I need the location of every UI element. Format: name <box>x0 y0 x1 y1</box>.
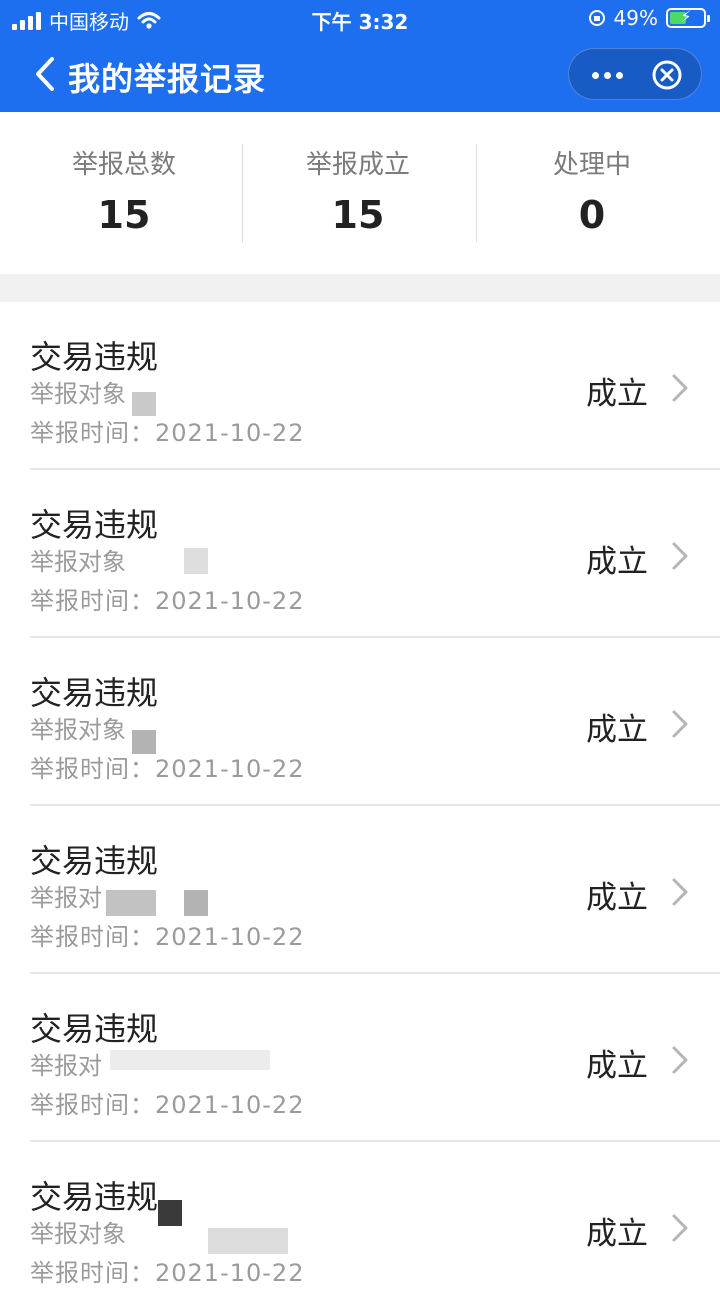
redaction-mask <box>110 1050 270 1070</box>
report-title: 交易违规 <box>30 674 159 712</box>
rotation-lock-icon <box>588 10 605 26</box>
stat-value: 15 <box>331 193 385 237</box>
redaction-mask <box>158 1200 182 1226</box>
report-target: 举报对 <box>30 1052 102 1080</box>
chevron-right-icon <box>672 710 688 738</box>
report-item[interactable]: 交易违规 举报对象 举报时间：2021-10-22 成立 <box>0 302 720 470</box>
page-title: 我的举报记录 <box>68 60 267 98</box>
report-status: 成立 <box>586 1048 648 1084</box>
report-status: 成立 <box>586 376 648 412</box>
report-list: 交易违规 举报对象 举报时间：2021-10-22 成立 交易违规 举报对象 举… <box>0 302 720 1310</box>
report-time: 举报时间：2021-10-22 <box>30 1091 305 1119</box>
report-item[interactable]: 交易违规 举报对象 举报时间：2021-10-22 成立 <box>0 470 720 638</box>
report-title: 交易违规 <box>30 842 159 880</box>
stat-label: 举报成立 <box>305 150 410 180</box>
report-time: 举报时间：2021-10-22 <box>30 1259 305 1287</box>
report-target: 举报对象 <box>30 548 126 576</box>
chevron-right-icon <box>672 542 688 570</box>
chevron-left-icon[interactable] <box>30 54 60 94</box>
report-item[interactable]: 交易违规 举报对象 举报时间：2021-10-22 成立 <box>0 1142 720 1310</box>
status-right: 49% ⚡ <box>588 6 710 30</box>
report-time: 举报时间：2021-10-22 <box>30 419 305 447</box>
more-dots-icon[interactable] <box>585 49 629 101</box>
stat-processing: 处理中 0 <box>472 144 712 237</box>
stats-panel: 举报总数 15 举报成立 15 处理中 0 <box>0 112 720 274</box>
report-title: 交易违规 <box>30 338 159 376</box>
report-target: 举报对象 <box>30 380 126 408</box>
report-target: 举报对 <box>30 884 102 912</box>
chevron-right-icon <box>672 374 688 402</box>
chevron-right-icon <box>672 1046 688 1074</box>
report-target: 举报对象 <box>30 716 126 744</box>
battery-percent: 49% <box>613 6 658 30</box>
redaction-mask <box>184 548 208 574</box>
report-title: 交易违规 <box>30 506 159 544</box>
stat-established: 举报成立 15 <box>238 144 478 237</box>
chevron-right-icon <box>672 1214 688 1242</box>
stat-value: 15 <box>97 193 151 237</box>
section-gap <box>0 274 720 302</box>
header: 中国移动 下午 3:32 49% ⚡ 我的举报记录 <box>0 0 720 112</box>
report-title: 交易违规 <box>30 1010 159 1048</box>
report-item[interactable]: 交易违规 举报对象 举报时间：2021-10-22 成立 <box>0 638 720 806</box>
charging-icon: ⚡ <box>680 7 692 26</box>
status-bar: 中国移动 下午 3:32 49% ⚡ <box>0 0 720 38</box>
redaction-mask <box>208 1228 288 1254</box>
chevron-right-icon <box>672 878 688 906</box>
stat-label: 处理中 <box>552 150 631 180</box>
report-status: 成立 <box>586 1216 648 1252</box>
report-time: 举报时间：2021-10-22 <box>30 587 305 615</box>
report-item[interactable]: 交易违规 举报对 举报时间：2021-10-22 成立 <box>0 806 720 974</box>
stat-value: 0 <box>578 193 606 237</box>
nav-bar: 我的举报记录 <box>0 44 720 104</box>
report-time: 举报时间：2021-10-22 <box>30 923 305 951</box>
report-item[interactable]: 交易违规 举报对 举报时间：2021-10-22 成立 <box>0 974 720 1142</box>
report-title: 交易违规 <box>30 1178 159 1216</box>
battery-icon: ⚡ <box>666 7 710 28</box>
redaction-mask <box>106 890 156 916</box>
report-status: 成立 <box>586 712 648 748</box>
report-time: 举报时间：2021-10-22 <box>30 755 305 783</box>
stat-total: 举报总数 15 <box>4 144 244 237</box>
redaction-mask <box>184 890 208 916</box>
stat-label: 举报总数 <box>71 150 176 180</box>
report-status: 成立 <box>586 544 648 580</box>
close-circle-icon[interactable] <box>651 59 683 91</box>
mini-program-capsule <box>568 48 702 100</box>
report-target: 举报对象 <box>30 1220 126 1248</box>
report-status: 成立 <box>586 880 648 916</box>
